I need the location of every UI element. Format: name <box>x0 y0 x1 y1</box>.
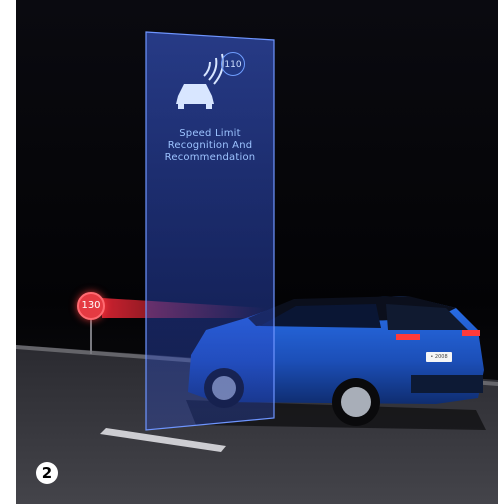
sign-post <box>90 318 92 354</box>
feature-title-line-1: Speed Limit <box>179 128 241 139</box>
speed-badge: 110 <box>221 52 245 76</box>
night-road-scene <box>16 0 498 504</box>
image-frame: 110 Speed Limit Recognition And Recommen… <box>16 0 498 504</box>
license-plate: • 2008 <box>426 352 452 362</box>
taillight-left <box>396 334 420 340</box>
taillight-right <box>462 330 480 336</box>
feature-title: Speed Limit Recognition And Recommendati… <box>144 128 276 164</box>
speed-limit-sign: 130 <box>77 292 105 320</box>
step-number-badge: 2 <box>36 462 58 484</box>
feature-title-line-3: Recommendation <box>164 152 256 163</box>
rear-rim <box>341 387 371 417</box>
rear-bumper <box>411 375 483 393</box>
feature-title-line-2: Recognition And <box>167 140 253 151</box>
hologram-panel <box>145 31 275 431</box>
